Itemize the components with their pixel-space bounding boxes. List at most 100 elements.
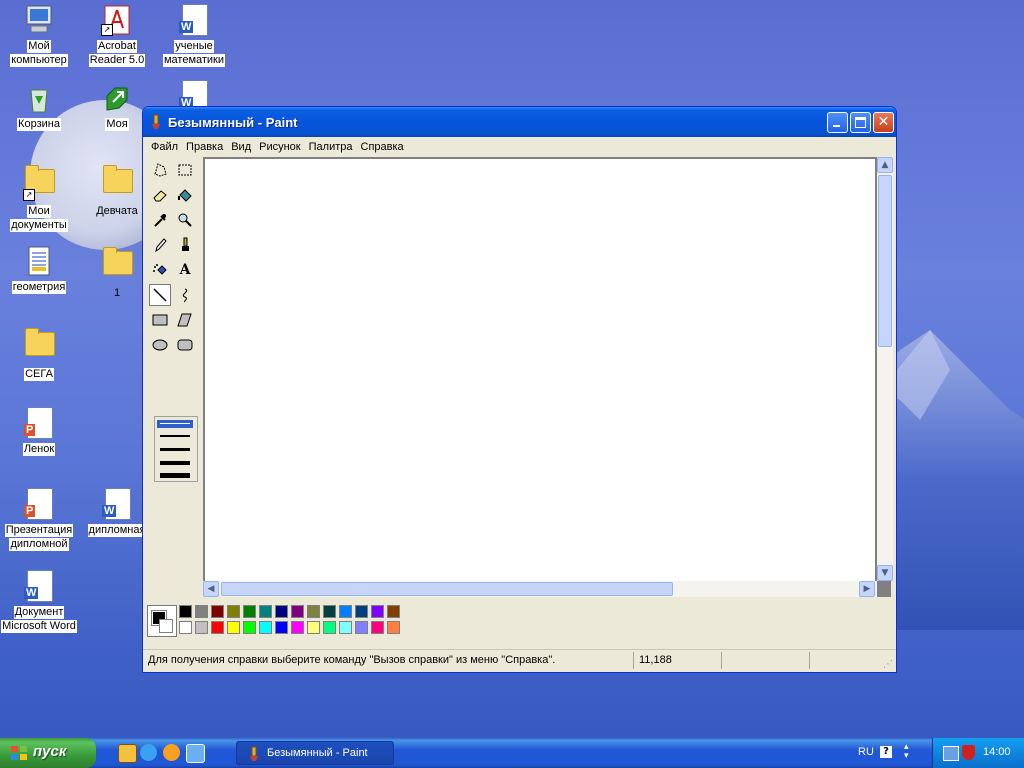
desktop-icon-recycle-bin[interactable]: Корзина	[1, 82, 77, 131]
desktop-icon-acrobat-reader[interactable]: ↗ Acrobat Reader 5.0	[79, 4, 155, 67]
palette-swatch[interactable]	[195, 621, 208, 634]
scroll-right-button[interactable]: ▶	[859, 581, 875, 597]
drawing-canvas[interactable]	[205, 159, 875, 582]
palette-swatch[interactable]	[243, 605, 256, 618]
menu-image[interactable]: Рисунок	[255, 141, 305, 153]
minimize-button[interactable]	[827, 112, 848, 133]
palette-swatch[interactable]	[339, 621, 352, 634]
palette-swatch[interactable]	[291, 605, 304, 618]
system-tray: 14:00	[932, 738, 1024, 768]
fill-tool[interactable]	[174, 184, 196, 206]
palette-swatch[interactable]	[227, 605, 240, 618]
maximize-button[interactable]	[850, 112, 871, 133]
current-colors	[147, 605, 177, 637]
pencil-tool[interactable]	[149, 234, 171, 256]
palette-swatch[interactable]	[323, 621, 336, 634]
polygon-tool[interactable]	[174, 309, 196, 331]
airbrush-tool[interactable]	[149, 259, 171, 281]
palette-swatch[interactable]	[179, 621, 192, 634]
brush-tool[interactable]	[174, 234, 196, 256]
word-document-icon	[23, 570, 55, 602]
palette-swatch[interactable]	[275, 605, 288, 618]
palette-swatch[interactable]	[307, 621, 320, 634]
vertical-scroll-thumb[interactable]	[878, 175, 892, 347]
line-width-4[interactable]	[160, 461, 190, 465]
palette-swatch[interactable]	[259, 621, 272, 634]
paint-app-icon	[250, 746, 258, 761]
palette-swatch[interactable]	[371, 605, 384, 618]
scroll-down-button[interactable]: ▼	[877, 565, 893, 581]
horizontal-scroll-thumb[interactable]	[221, 582, 673, 596]
taskbar-paint-button[interactable]: Безымянный - Paint	[236, 741, 394, 765]
scroll-up-button[interactable]: ▲	[877, 157, 893, 173]
line-width-selector[interactable]	[154, 416, 198, 482]
palette-swatch[interactable]	[259, 605, 272, 618]
palette-swatch[interactable]	[339, 605, 352, 618]
menu-edit[interactable]: Правка	[182, 141, 227, 153]
palette-swatch[interactable]	[307, 605, 320, 618]
network-icon[interactable]	[943, 746, 959, 761]
desktop-icon-my-computer[interactable]: Мой компьютер	[1, 4, 77, 67]
icon-label: Мой	[27, 40, 51, 53]
desktop-icon-geometry[interactable]: геометрия	[1, 245, 77, 294]
ellipse-tool[interactable]	[149, 334, 171, 356]
palette-swatch[interactable]	[355, 605, 368, 618]
palette-swatch[interactable]	[275, 621, 288, 634]
menu-help[interactable]: Справка	[357, 141, 408, 153]
quick-launch-windows-icon[interactable]	[186, 744, 205, 763]
word-document-icon	[101, 488, 133, 520]
close-button[interactable]: ✕	[873, 112, 894, 133]
line-tool[interactable]	[149, 284, 171, 306]
palette-swatch[interactable]	[387, 621, 400, 634]
line-width-3[interactable]	[160, 448, 190, 451]
help-icon[interactable]: ?	[880, 746, 892, 758]
status-bar: Для получения справки выберите команду "…	[143, 649, 896, 672]
palette-swatch[interactable]	[227, 621, 240, 634]
palette-swatch[interactable]	[387, 605, 400, 618]
quick-launch-internet-explorer-icon[interactable]	[140, 744, 157, 761]
start-button[interactable]: пуск	[0, 738, 96, 768]
title-bar[interactable]: Безымянный - Paint ✕	[143, 107, 896, 137]
horizontal-scrollbar[interactable]: ◀ ▶	[203, 581, 877, 597]
palette-swatch[interactable]	[211, 621, 224, 634]
palette-swatch[interactable]	[179, 605, 192, 618]
rect-select-tool[interactable]	[174, 159, 196, 181]
free-select-tool[interactable]	[149, 159, 171, 181]
palette-swatch[interactable]	[195, 605, 208, 618]
palette-swatch[interactable]	[371, 621, 384, 634]
resize-grip-icon[interactable]: ⋰	[883, 659, 893, 670]
palette-swatch[interactable]	[211, 605, 224, 618]
rectangle-tool[interactable]	[149, 309, 171, 331]
line-width-5[interactable]	[160, 473, 190, 478]
desktop-icon-my-documents[interactable]: ↗ Мои документы	[1, 163, 77, 232]
desktop-icon-presentation[interactable]: Презентация дипломной	[1, 488, 77, 551]
scroll-left-button[interactable]: ◀	[203, 581, 219, 597]
security-shield-icon[interactable]	[962, 745, 975, 760]
language-indicator[interactable]: RU	[858, 746, 874, 758]
line-width-1[interactable]	[157, 420, 193, 428]
palette-swatch[interactable]	[291, 621, 304, 634]
rounded-rectangle-tool[interactable]	[174, 334, 196, 356]
quick-launch-show-desktop-icon[interactable]	[118, 744, 137, 763]
desktop-icon-sega[interactable]: СЕГА	[1, 326, 77, 381]
quick-launch-media-player-icon[interactable]	[163, 744, 180, 761]
palette-swatch[interactable]	[355, 621, 368, 634]
language-options-icon[interactable]: ▴ ▾	[904, 743, 909, 761]
palette-swatch[interactable]	[243, 621, 256, 634]
desktop-icon-word-document[interactable]: Документ Microsoft Word	[1, 570, 77, 633]
color-picker-tool[interactable]	[149, 209, 171, 231]
menu-file[interactable]: Файл	[147, 141, 182, 153]
curve-tool[interactable]	[174, 284, 196, 306]
palette-swatch[interactable]	[323, 605, 336, 618]
desktop-icon-scientists[interactable]: ученые математики	[156, 4, 232, 67]
paint-window[interactable]: Безымянный - Paint ✕ Файл Правка Вид Рис…	[142, 106, 897, 673]
menu-colors[interactable]: Палитра	[305, 141, 357, 153]
menu-view[interactable]: Вид	[227, 141, 255, 153]
magnifier-tool[interactable]	[174, 209, 196, 231]
clock[interactable]: 14:00	[983, 746, 1011, 758]
vertical-scrollbar[interactable]: ▲ ▼	[877, 157, 893, 581]
eraser-tool[interactable]	[149, 184, 171, 206]
line-width-2[interactable]	[160, 435, 190, 437]
text-tool[interactable]: A	[174, 259, 196, 281]
desktop-icon-lenok[interactable]: Ленок	[1, 407, 77, 456]
